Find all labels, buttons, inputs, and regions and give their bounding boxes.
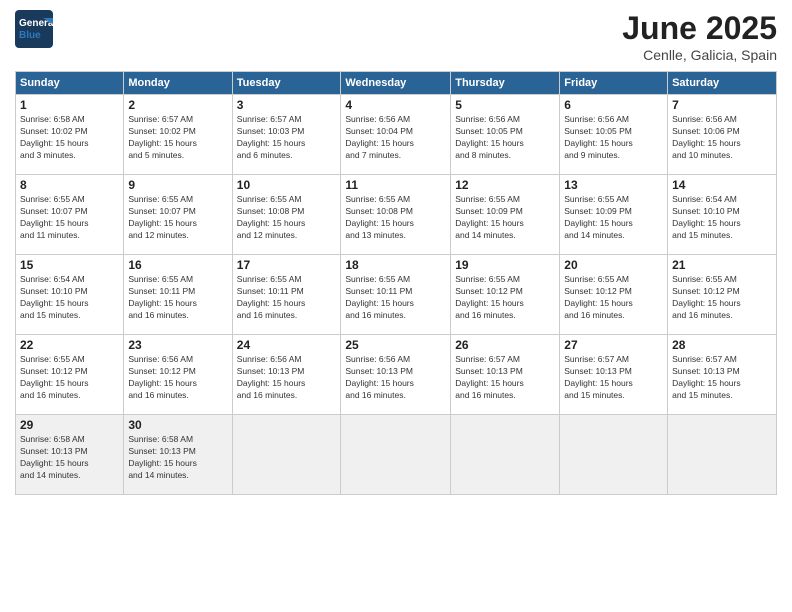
day-cell: 2Sunrise: 6:57 AMSunset: 10:02 PMDayligh… bbox=[124, 95, 232, 175]
week-row-2: 8Sunrise: 6:55 AMSunset: 10:07 PMDayligh… bbox=[16, 175, 777, 255]
day-cell: 23Sunrise: 6:56 AMSunset: 10:12 PMDaylig… bbox=[124, 335, 232, 415]
day-cell: 24Sunrise: 6:56 AMSunset: 10:13 PMDaylig… bbox=[232, 335, 341, 415]
svg-text:Blue: Blue bbox=[19, 30, 41, 41]
header-monday: Monday bbox=[124, 72, 232, 95]
day-cell: 12Sunrise: 6:55 AMSunset: 10:09 PMDaylig… bbox=[451, 175, 560, 255]
month-title: June 2025 bbox=[622, 10, 777, 47]
week-row-3: 15Sunrise: 6:54 AMSunset: 10:10 PMDaylig… bbox=[16, 255, 777, 335]
day-cell: 28Sunrise: 6:57 AMSunset: 10:13 PMDaylig… bbox=[668, 335, 777, 415]
calendar-table: Sunday Monday Tuesday Wednesday Thursday… bbox=[15, 71, 777, 495]
header-wednesday: Wednesday bbox=[341, 72, 451, 95]
header: General Blue June 2025 Cenlle, Galicia, … bbox=[15, 10, 777, 63]
day-cell: 9Sunrise: 6:55 AMSunset: 10:07 PMDayligh… bbox=[124, 175, 232, 255]
day-cell: 30Sunrise: 6:58 AMSunset: 10:13 PMDaylig… bbox=[124, 415, 232, 495]
day-cell: 25Sunrise: 6:56 AMSunset: 10:13 PMDaylig… bbox=[341, 335, 451, 415]
day-cell: 20Sunrise: 6:55 AMSunset: 10:12 PMDaylig… bbox=[560, 255, 668, 335]
logo-icon: General Blue bbox=[15, 10, 53, 48]
day-cell: 19Sunrise: 6:55 AMSunset: 10:12 PMDaylig… bbox=[451, 255, 560, 335]
day-cell bbox=[560, 415, 668, 495]
day-cell: 5Sunrise: 6:56 AMSunset: 10:05 PMDayligh… bbox=[451, 95, 560, 175]
header-thursday: Thursday bbox=[451, 72, 560, 95]
day-cell bbox=[668, 415, 777, 495]
day-cell: 10Sunrise: 6:55 AMSunset: 10:08 PMDaylig… bbox=[232, 175, 341, 255]
day-cell: 15Sunrise: 6:54 AMSunset: 10:10 PMDaylig… bbox=[16, 255, 124, 335]
header-sunday: Sunday bbox=[16, 72, 124, 95]
day-cell: 17Sunrise: 6:55 AMSunset: 10:11 PMDaylig… bbox=[232, 255, 341, 335]
week-row-1: 1Sunrise: 6:58 AMSunset: 10:02 PMDayligh… bbox=[16, 95, 777, 175]
day-cell bbox=[451, 415, 560, 495]
day-cell: 4Sunrise: 6:56 AMSunset: 10:04 PMDayligh… bbox=[341, 95, 451, 175]
logo: General Blue bbox=[15, 10, 53, 48]
day-cell: 8Sunrise: 6:55 AMSunset: 10:07 PMDayligh… bbox=[16, 175, 124, 255]
day-cell: 26Sunrise: 6:57 AMSunset: 10:13 PMDaylig… bbox=[451, 335, 560, 415]
day-cell: 11Sunrise: 6:55 AMSunset: 10:08 PMDaylig… bbox=[341, 175, 451, 255]
day-cell: 6Sunrise: 6:56 AMSunset: 10:05 PMDayligh… bbox=[560, 95, 668, 175]
page: General Blue June 2025 Cenlle, Galicia, … bbox=[0, 0, 792, 612]
calendar-header: Sunday Monday Tuesday Wednesday Thursday… bbox=[16, 72, 777, 95]
day-cell: 3Sunrise: 6:57 AMSunset: 10:03 PMDayligh… bbox=[232, 95, 341, 175]
day-cell: 13Sunrise: 6:55 AMSunset: 10:09 PMDaylig… bbox=[560, 175, 668, 255]
day-cell bbox=[341, 415, 451, 495]
day-cell: 1Sunrise: 6:58 AMSunset: 10:02 PMDayligh… bbox=[16, 95, 124, 175]
title-section: June 2025 Cenlle, Galicia, Spain bbox=[622, 10, 777, 63]
header-friday: Friday bbox=[560, 72, 668, 95]
day-cell: 21Sunrise: 6:55 AMSunset: 10:12 PMDaylig… bbox=[668, 255, 777, 335]
day-cell: 7Sunrise: 6:56 AMSunset: 10:06 PMDayligh… bbox=[668, 95, 777, 175]
subtitle: Cenlle, Galicia, Spain bbox=[622, 47, 777, 63]
week-row-5: 29Sunrise: 6:58 AMSunset: 10:13 PMDaylig… bbox=[16, 415, 777, 495]
day-cell: 16Sunrise: 6:55 AMSunset: 10:11 PMDaylig… bbox=[124, 255, 232, 335]
week-row-4: 22Sunrise: 6:55 AMSunset: 10:12 PMDaylig… bbox=[16, 335, 777, 415]
day-cell bbox=[232, 415, 341, 495]
day-cell: 14Sunrise: 6:54 AMSunset: 10:10 PMDaylig… bbox=[668, 175, 777, 255]
day-cell: 29Sunrise: 6:58 AMSunset: 10:13 PMDaylig… bbox=[16, 415, 124, 495]
day-cell: 18Sunrise: 6:55 AMSunset: 10:11 PMDaylig… bbox=[341, 255, 451, 335]
calendar-body: 1Sunrise: 6:58 AMSunset: 10:02 PMDayligh… bbox=[16, 95, 777, 495]
day-cell: 22Sunrise: 6:55 AMSunset: 10:12 PMDaylig… bbox=[16, 335, 124, 415]
day-cell: 27Sunrise: 6:57 AMSunset: 10:13 PMDaylig… bbox=[560, 335, 668, 415]
header-saturday: Saturday bbox=[668, 72, 777, 95]
header-tuesday: Tuesday bbox=[232, 72, 341, 95]
header-row: Sunday Monday Tuesday Wednesday Thursday… bbox=[16, 72, 777, 95]
